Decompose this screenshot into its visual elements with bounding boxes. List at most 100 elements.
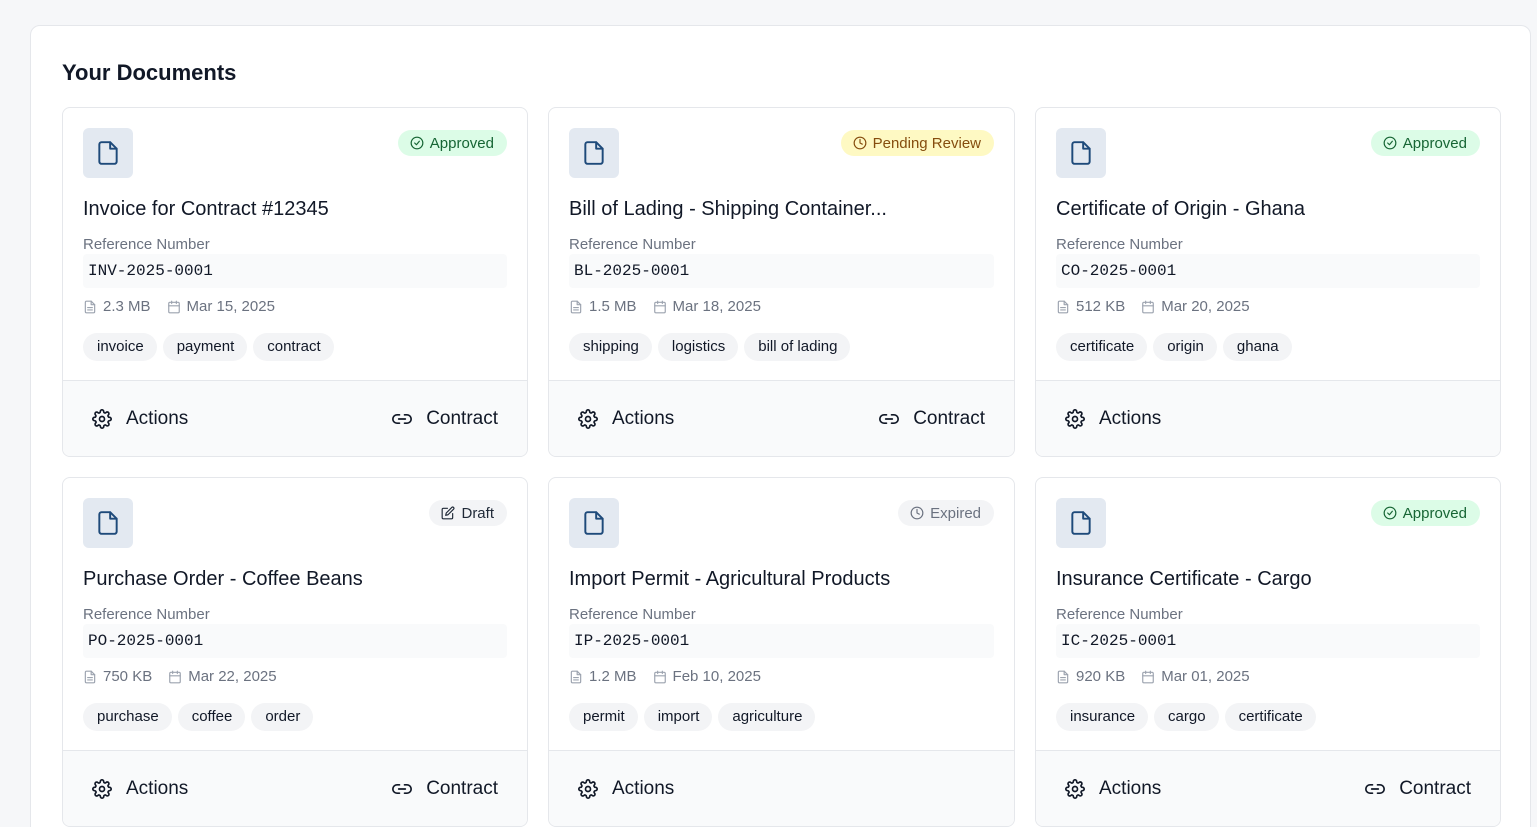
gear-icon: [1065, 409, 1085, 429]
document-card[interactable]: Approved Insurance Certificate - Cargo R…: [1035, 477, 1501, 827]
tag-list: purchase coffee order: [83, 703, 314, 731]
reference-label: Reference Number: [83, 236, 210, 253]
card-footer: Actions Contract: [63, 380, 527, 456]
reference-number: BL-2025-0001: [569, 254, 994, 288]
gear-icon: [1065, 779, 1085, 799]
document-title[interactable]: Import Permit - Agricultural Products: [569, 568, 994, 591]
tag-chip[interactable]: origin: [1153, 333, 1217, 361]
actions-button[interactable]: Actions: [92, 381, 189, 456]
contract-link-button[interactable]: Contract: [1365, 751, 1471, 826]
actions-label: Actions: [612, 408, 675, 429]
document-icon: [1056, 498, 1106, 548]
status-label: Expired: [930, 504, 981, 522]
file-icon: [84, 300, 96, 313]
tag-chip[interactable]: logistics: [657, 333, 739, 361]
document-icon: [83, 498, 133, 548]
file-size: 512 KB: [1056, 298, 1125, 315]
document-card[interactable]: Approved Invoice for Contract #12345 Ref…: [62, 107, 528, 457]
document-card[interactable]: Draft Purchase Order - Coffee Beans Refe…: [62, 477, 528, 827]
tag-chip[interactable]: cargo: [1154, 703, 1219, 731]
contract-link-button[interactable]: Contract: [392, 751, 498, 826]
file-icon: [1057, 670, 1069, 683]
upload-date: Mar 15, 2025: [167, 298, 275, 315]
document-icon: [569, 498, 619, 548]
actions-button[interactable]: Actions: [578, 381, 675, 456]
tag-chip[interactable]: shipping: [569, 333, 652, 361]
actions-button[interactable]: Actions: [92, 751, 189, 826]
actions-label: Actions: [126, 408, 189, 429]
calendar-icon: [1142, 300, 1155, 313]
document-title[interactable]: Purchase Order - Coffee Beans: [83, 568, 507, 591]
edit-icon: [441, 506, 455, 520]
calendar-icon: [167, 300, 180, 313]
reference-label: Reference Number: [569, 606, 696, 623]
document-title[interactable]: Insurance Certificate - Cargo: [1056, 568, 1480, 591]
file-size: 1.2 MB: [569, 668, 637, 685]
file-icon: [570, 300, 582, 313]
file-icon: [1057, 300, 1069, 313]
tag-chip[interactable]: purchase: [83, 703, 172, 731]
status-badge: Draft: [429, 500, 507, 526]
card-footer: Actions: [1036, 380, 1500, 456]
reference-label: Reference Number: [1056, 236, 1183, 253]
check-circle-icon: [410, 136, 424, 150]
upload-date: Feb 10, 2025: [653, 668, 761, 685]
file-size: 1.5 MB: [569, 298, 637, 315]
status-badge: Approved: [1370, 130, 1480, 156]
reference-number: INV-2025-0001: [83, 254, 507, 288]
actions-button[interactable]: Actions: [578, 751, 674, 826]
contract-link-button[interactable]: Contract: [392, 381, 498, 456]
reference-number: CO-2025-0001: [1056, 254, 1480, 288]
gear-icon: [92, 409, 112, 429]
documents-panel: Your Documents Approved Invoice for Cont…: [30, 25, 1531, 827]
tag-chip[interactable]: ghana: [1222, 333, 1292, 361]
gear-icon: [92, 779, 112, 799]
tag-chip[interactable]: certificate: [1224, 703, 1316, 731]
document-card[interactable]: Approved Certificate of Origin - Ghana R…: [1035, 107, 1501, 457]
tag-chip[interactable]: agriculture: [718, 703, 816, 731]
contract-label: Contract: [426, 778, 498, 799]
document-meta: 750 KB Mar 22, 2025: [83, 668, 293, 685]
page-title: Your Documents: [62, 60, 237, 85]
tag-chip[interactable]: import: [643, 703, 713, 731]
upload-date: Mar 20, 2025: [1141, 298, 1250, 315]
contract-link-button[interactable]: Contract: [879, 381, 985, 456]
tag-list: permit import agriculture: [569, 703, 816, 731]
actions-button[interactable]: Actions: [1065, 751, 1162, 826]
tag-list: certificate origin ghana: [1056, 333, 1292, 361]
upload-date: Mar 22, 2025: [168, 668, 277, 685]
clock-icon: [910, 506, 924, 520]
status-label: Pending Review: [872, 134, 981, 152]
calendar-icon: [653, 300, 666, 313]
tag-chip[interactable]: permit: [569, 703, 638, 731]
actions-label: Actions: [1099, 408, 1162, 429]
document-card[interactable]: Expired Import Permit - Agricultural Pro…: [548, 477, 1015, 827]
link-icon: [392, 784, 413, 794]
reference-number: IC-2025-0001: [1056, 624, 1480, 658]
status-badge: Pending Review: [840, 130, 994, 156]
actions-label: Actions: [126, 778, 189, 799]
document-card[interactable]: Pending Review Bill of Lading - Shipping…: [548, 107, 1015, 457]
tag-chip[interactable]: coffee: [177, 703, 246, 731]
actions-label: Actions: [1099, 778, 1162, 799]
tag-chip[interactable]: invoice: [83, 333, 157, 361]
document-title[interactable]: Certificate of Origin - Ghana: [1056, 198, 1480, 221]
tag-list: invoice payment contract: [83, 333, 334, 361]
status-badge: Approved: [1370, 500, 1480, 526]
tag-chip[interactable]: payment: [162, 333, 248, 361]
tag-list: shipping logistics bill of lading: [569, 333, 851, 361]
status-label: Draft: [461, 504, 494, 522]
file-size: 920 KB: [1056, 668, 1125, 685]
file-size: 750 KB: [83, 668, 152, 685]
document-title[interactable]: Bill of Lading - Shipping Container...: [569, 198, 994, 221]
tag-chip[interactable]: bill of lading: [744, 333, 851, 361]
file-icon: [84, 670, 96, 683]
tag-chip[interactable]: contract: [253, 333, 334, 361]
tag-chip[interactable]: insurance: [1056, 703, 1149, 731]
document-title[interactable]: Invoice for Contract #12345: [83, 198, 507, 221]
actions-button[interactable]: Actions: [1065, 381, 1162, 456]
tag-chip[interactable]: order: [251, 703, 314, 731]
link-icon: [1365, 784, 1386, 794]
tag-chip[interactable]: certificate: [1056, 333, 1148, 361]
document-icon: [83, 128, 133, 178]
